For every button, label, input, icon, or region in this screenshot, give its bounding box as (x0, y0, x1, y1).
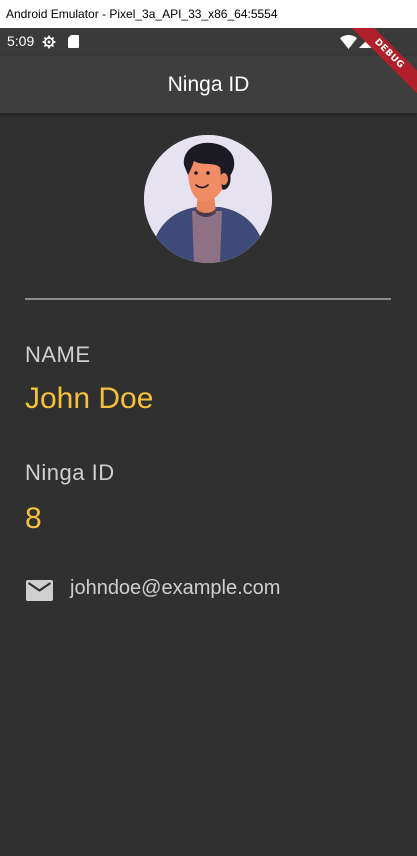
profile-avatar (144, 135, 272, 263)
status-time: 5:09 (7, 33, 35, 49)
phone-screen: 5:09 Ninga ID DEBUG NAME John Doe Ninga … (0, 28, 417, 856)
mail-icon (26, 580, 53, 601)
person-avatar-illustration (144, 135, 272, 263)
status-bar: 5:09 (0, 28, 417, 56)
emulator-window-title: Android Emulator - Pixel_3a_API_33_x86_6… (0, 0, 417, 28)
name-value: John Doe (25, 382, 154, 415)
app-bar: Ninga ID (0, 56, 417, 113)
ninga-id-label: Ninga ID (25, 460, 115, 485)
name-label: NAME (25, 342, 91, 367)
section-divider (25, 298, 391, 300)
settings-gear-icon (42, 35, 56, 49)
wifi-icon (340, 35, 357, 49)
ninga-id-value: 8 (25, 502, 42, 535)
app-bar-title: Ninga ID (167, 73, 250, 96)
email-text[interactable]: johndoe@example.com (70, 577, 280, 600)
sd-card-icon (68, 35, 79, 48)
